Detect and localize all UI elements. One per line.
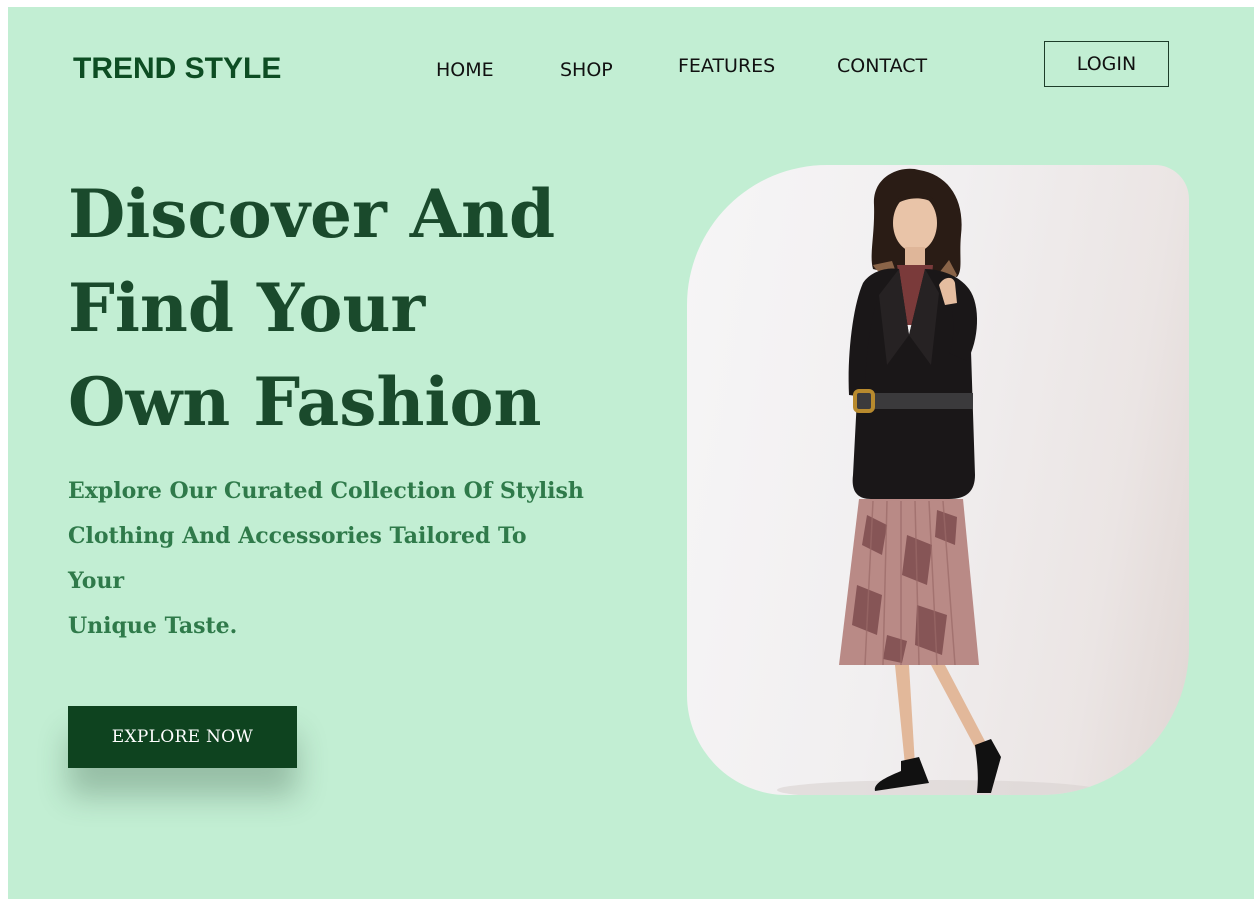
hero-model-photo (687, 165, 1189, 795)
hero-subtitle-line: Explore Our Curated Collection Of Stylis… (68, 478, 584, 504)
nav-features-link[interactable]: FEATURES (678, 55, 775, 77)
nav-contact-link[interactable]: CONTACT (837, 55, 927, 77)
hero-title-line: Own Fashion (68, 363, 542, 441)
hero-title-line: Find Your (68, 269, 426, 347)
nav-home-link[interactable]: HOME (436, 59, 494, 81)
hero-subtitle: Explore Our Curated Collection Of Stylis… (68, 469, 588, 649)
login-button[interactable]: LOGIN (1044, 41, 1169, 87)
landing-page: TREND STYLE HOME SHOP FEATURES CONTACT L… (8, 7, 1254, 899)
nav-shop-link[interactable]: SHOP (560, 59, 613, 81)
brand-logo[interactable]: TREND STYLE (73, 52, 281, 86)
model-illustration (777, 168, 1097, 795)
hero-subtitle-line: Unique Taste. (68, 613, 238, 639)
hero-title-line: Discover And (68, 175, 556, 253)
explore-now-button[interactable]: EXPLORE NOW (68, 706, 297, 768)
hero-title: Discover And Find Your Own Fashion (68, 167, 628, 449)
hero-subtitle-line: Clothing And Accessories Tailored To You… (68, 523, 527, 594)
